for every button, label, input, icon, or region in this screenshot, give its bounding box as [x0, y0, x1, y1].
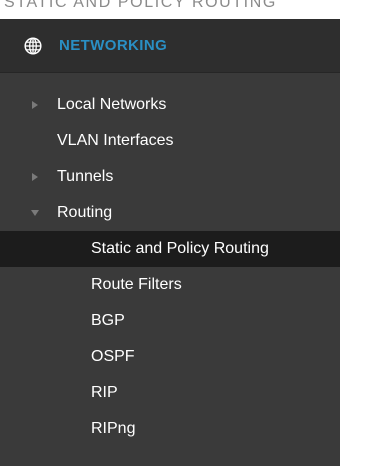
nav-item-ospf[interactable]: OSPF [0, 339, 340, 375]
nav-item-routing[interactable]: Routing [0, 195, 340, 231]
nav-item-label: Static and Policy Routing [91, 240, 269, 257]
nav-item-route-filters[interactable]: Route Filters [0, 267, 340, 303]
nav-section-title: NETWORKING [59, 37, 168, 54]
globe-icon [24, 37, 42, 55]
nav-item-bgp[interactable]: BGP [0, 303, 340, 339]
nav-item-label: Route Filters [91, 276, 182, 293]
nav-item-label: RIPng [91, 420, 136, 437]
nav-item-vlan-interfaces[interactable]: VLAN Interfaces [0, 123, 340, 159]
caret-right-icon [32, 101, 38, 109]
page-header: Static and Policy Routing [0, 0, 370, 19]
nav-item-label: Routing [57, 204, 113, 221]
nav-item-tunnels[interactable]: Tunnels [0, 159, 340, 195]
nav-item-label: Local Networks [57, 96, 167, 113]
nav-item-label: VLAN Interfaces [57, 132, 174, 149]
nav-item-local-networks[interactable]: Local Networks [0, 87, 340, 123]
nav-item-label: Tunnels [57, 168, 114, 185]
nav-item-label: RIP [91, 384, 118, 401]
nav-item-rip[interactable]: RIP [0, 375, 340, 411]
caret-right-icon [32, 173, 38, 181]
nav-item-label: BGP [91, 312, 125, 329]
networking-nav-panel: NETWORKING Local Networks VLAN Interface… [0, 19, 340, 466]
caret-down-icon [31, 210, 39, 216]
nav-section-header[interactable]: NETWORKING [0, 19, 340, 73]
nav-item-static-and-policy-routing[interactable]: Static and Policy Routing [0, 231, 340, 267]
nav-list: Local Networks VLAN Interfaces Tunnels R… [0, 87, 340, 447]
nav-item-label: OSPF [91, 348, 135, 365]
page-header-text: Static and Policy Routing [4, 0, 277, 11]
nav-item-ripng[interactable]: RIPng [0, 411, 340, 447]
